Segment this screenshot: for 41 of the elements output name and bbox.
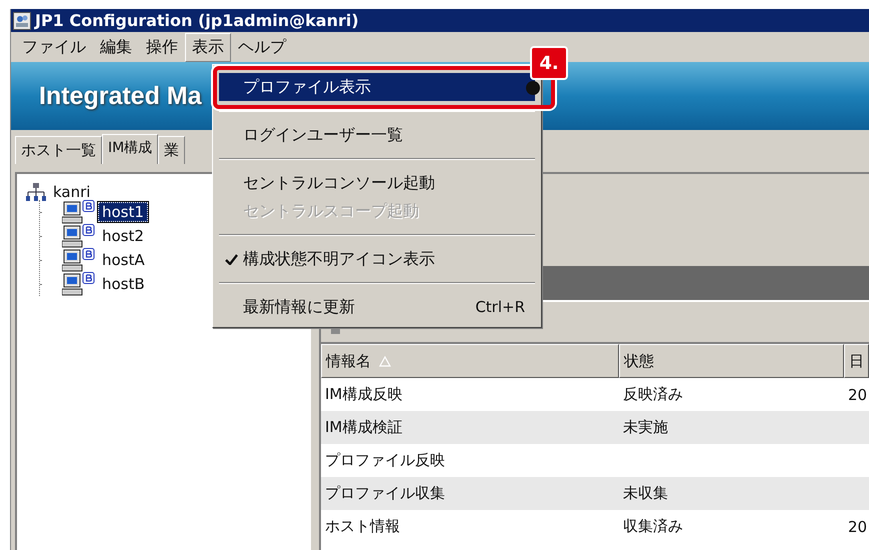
menu-item[interactable]: ファイル: [15, 32, 93, 62]
tree-item[interactable]: host1: [98, 202, 148, 222]
app-icon: [13, 12, 31, 30]
menu-item[interactable]: セントラルコンソール起動: [219, 169, 535, 197]
banner-title: Integrated Ma: [39, 82, 202, 110]
tab[interactable]: 業: [158, 136, 186, 164]
table-cell: 20: [848, 386, 868, 404]
table-cell: IM構成反映: [325, 385, 402, 404]
menu-item[interactable]: 最新情報に更新 Ctrl+R: [219, 293, 535, 321]
tree-item[interactable]: hostA: [98, 250, 149, 270]
table-cell: プロファイル反映: [325, 451, 445, 470]
computer-icon: [62, 248, 96, 272]
tab[interactable]: IM構成: [102, 134, 158, 164]
menu-item[interactable]: ヘルプ: [231, 32, 293, 62]
tree-item[interactable]: host2: [98, 226, 148, 246]
menu-item[interactable]: 構成状態不明アイコン表示: [219, 245, 535, 273]
column-header[interactable]: 情報名: [321, 344, 619, 378]
network-icon: [25, 182, 47, 202]
window-title: JP1 Configuration (jp1admin@kanri): [35, 11, 359, 30]
computer-icon: [62, 272, 96, 296]
tree-item[interactable]: kanri: [49, 182, 94, 202]
table-cell: 未収集: [623, 484, 668, 503]
table-cell: 20: [848, 518, 868, 536]
menu-item[interactable]: プロファイル表示: [219, 73, 535, 101]
table-cell: IM構成検証: [325, 418, 402, 437]
computer-icon: [62, 224, 96, 248]
table-cell: 収集済み: [623, 517, 683, 536]
table-cell: 未実施: [623, 418, 668, 437]
column-header[interactable]: 状態: [619, 344, 844, 378]
computer-icon: [62, 200, 96, 224]
menu-item[interactable]: 操作: [139, 32, 185, 62]
table-cell: プロファイル収集: [325, 484, 445, 503]
table-cell: ホスト情報: [325, 517, 400, 536]
table-cell: 反映済み: [623, 385, 683, 404]
shortcut-label: Ctrl+R: [475, 298, 526, 316]
column-header[interactable]: 日: [844, 344, 869, 378]
menu-item[interactable]: ログインユーザー一覧: [219, 121, 535, 149]
tree-item[interactable]: hostB: [98, 274, 149, 294]
menu-item[interactable]: 表示: [185, 32, 231, 62]
step-badge: 4.: [530, 46, 568, 80]
menu-item[interactable]: 編集: [93, 32, 139, 62]
